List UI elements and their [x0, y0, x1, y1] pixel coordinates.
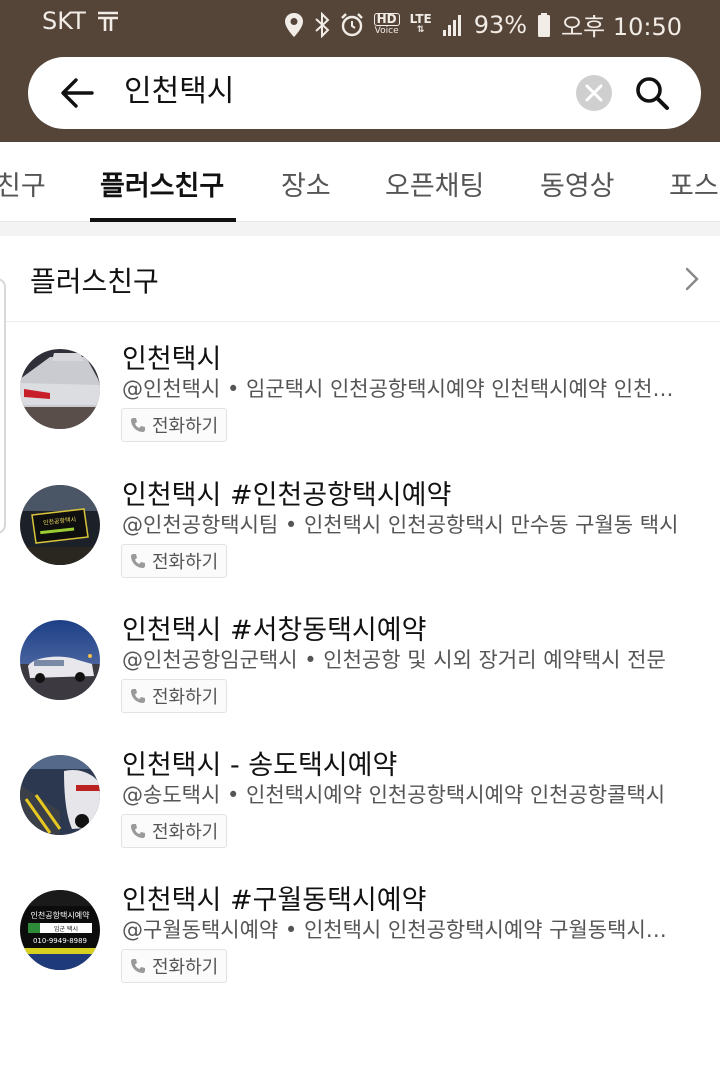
hd-voice-indicator: HD Voice: [373, 11, 400, 36]
tab-plus-friends[interactable]: 플러스친구: [100, 164, 224, 203]
search-input[interactable]: 인천택시: [124, 72, 234, 112]
call-label: 전화하기: [152, 822, 219, 843]
phone-icon: [131, 554, 145, 568]
lte-indicator: LTE ⇅: [409, 11, 432, 35]
phone-icon: [131, 418, 145, 432]
status-bar: SKT HD Voice LTE ⇅ 93% 오후 10:50: [0, 0, 720, 42]
call-button[interactable]: 전화하기: [121, 544, 228, 578]
t-logo-icon: [97, 11, 118, 31]
result-item[interactable]: 인천공항택시예약 임군 택시 010-9949-8989 인천택시 #구월동택시…: [0, 885, 720, 1026]
tab-places[interactable]: 장소: [281, 164, 331, 203]
result-title: 인천택시 - 송도택시예약: [122, 750, 398, 781]
avatar: [20, 349, 100, 429]
search-bar[interactable]: 인천택시: [28, 57, 701, 129]
result-description: @인천공항택시팀 • 인천택시 인천공항택시 만수동 구월동 택시: [122, 513, 679, 537]
tab-friends[interactable]: 친구: [0, 164, 46, 203]
phone-icon: [131, 824, 145, 838]
result-item[interactable]: 인천택시 @인천택시 • 임군택시 인천공항택시예약 인천택시예약 인천공항콜택…: [0, 344, 720, 485]
result-description: @구월동택시예약 • 인천택시 인천공항택시예약 구월동택시예약: [122, 918, 682, 942]
result-description: @송도택시 • 인천택시예약 인천공항택시예약 인천공항콜택시: [122, 783, 666, 807]
carrier-label: SKT: [42, 7, 86, 35]
clear-search-button[interactable]: [576, 75, 612, 111]
signal-icon: [442, 14, 461, 36]
category-tabs: 친구 플러스친구 장소 오픈채팅 동영상 포스: [0, 142, 720, 222]
back-arrow-icon[interactable]: [60, 77, 94, 109]
call-button[interactable]: 전화하기: [121, 679, 228, 713]
section-header[interactable]: 플러스친구: [0, 236, 720, 322]
tab-videos[interactable]: 동영상: [540, 164, 615, 203]
alarm-icon: [340, 12, 363, 36]
avatar: [20, 755, 100, 835]
avatar-sign-mid: 임군 택시: [54, 925, 78, 933]
call-button[interactable]: 전화하기: [121, 408, 228, 442]
result-item[interactable]: 인천택시 - 송도택시예약 @송도택시 • 인천택시예약 인천공항택시예약 인천…: [0, 750, 720, 891]
avatar: [20, 620, 100, 700]
result-title: 인천택시 #서창동택시예약: [122, 615, 427, 646]
call-button[interactable]: 전화하기: [121, 949, 228, 983]
avatar: 인천공항택시예약 임군 택시 010-9949-8989: [20, 890, 100, 970]
result-item[interactable]: 인천공항택시 인천택시 #인천공항택시예약 @인천공항택시팀 • 인천택시 인천…: [0, 480, 720, 621]
result-description: @인천택시 • 임군택시 인천공항택시예약 인천택시예약 인천공항콜택시: [122, 377, 682, 401]
call-label: 전화하기: [152, 552, 219, 573]
tab-posts[interactable]: 포스: [669, 164, 719, 203]
close-icon: [585, 84, 603, 102]
phone-icon: [131, 689, 145, 703]
location-icon: [284, 12, 303, 37]
result-title: 인천택시 #인천공항택시예약: [122, 480, 452, 511]
battery-percent: 93%: [473, 10, 528, 39]
call-button[interactable]: 전화하기: [121, 814, 228, 848]
avatar-sign-phone: 010-9949-8989: [33, 937, 87, 945]
result-item[interactable]: 인천택시 #서창동택시예약 @인천공항임군택시 • 인천공항 및 시외 장거리 …: [0, 615, 720, 756]
bluetooth-icon: [314, 11, 330, 38]
call-label: 전화하기: [152, 416, 219, 437]
section-title: 플러스친구: [30, 265, 159, 298]
call-label: 전화하기: [152, 687, 219, 708]
tab-open-chat[interactable]: 오픈채팅: [385, 164, 484, 203]
clock: 오후 10:50: [561, 13, 682, 41]
phone-icon: [131, 959, 145, 973]
search-icon[interactable]: [632, 73, 672, 113]
result-title: 인천택시 #구월동택시예약: [122, 885, 427, 916]
search-header: 인천택시: [0, 42, 720, 142]
chevron-right-icon[interactable]: [684, 266, 700, 292]
result-description: @인천공항임군택시 • 인천공항 및 시외 장거리 예약택시 전문: [122, 648, 666, 672]
avatar-sign-top: 인천공항택시예약: [31, 910, 91, 920]
result-title: 인천택시: [122, 344, 222, 375]
avatar: 인천공항택시: [20, 485, 100, 565]
call-label: 전화하기: [152, 957, 219, 978]
section-divider: [0, 222, 720, 236]
battery-icon: [538, 12, 551, 37]
